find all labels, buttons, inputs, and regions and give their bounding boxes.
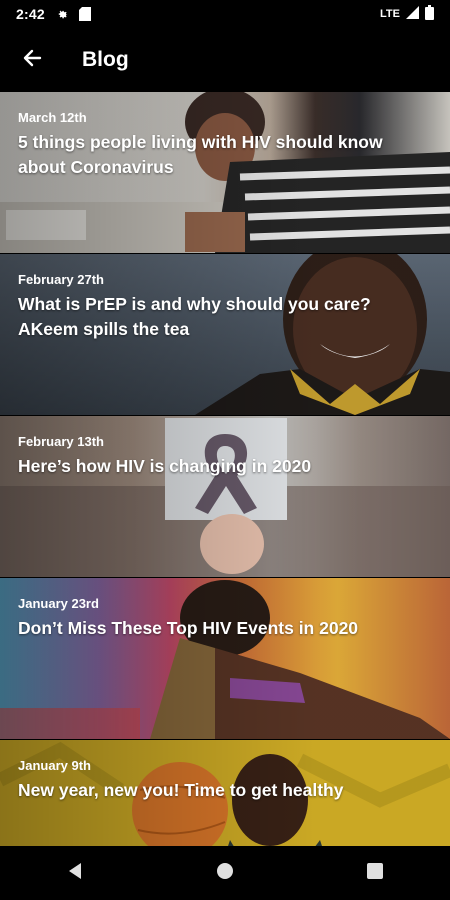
post-title: Don’t Miss These Top HIV Events in 2020 xyxy=(18,618,359,638)
network-label: LTE xyxy=(380,8,400,20)
post-title: What is PrEP is and why should you care?… xyxy=(18,294,371,339)
blog-post-card[interactable]: January 23rd Don’t Miss These Top HIV Ev… xyxy=(0,578,450,739)
settings-gear-icon xyxy=(55,7,69,21)
post-date: January 9th xyxy=(18,758,91,773)
signal-icon xyxy=(406,6,419,22)
post-title: 5 things people living with HIV should k… xyxy=(18,132,383,177)
post-date: March 12th xyxy=(18,110,87,125)
sim-card-icon xyxy=(78,7,91,21)
nav-recents-button[interactable] xyxy=(345,846,405,900)
back-triangle-icon xyxy=(66,862,84,885)
home-circle-icon xyxy=(216,862,234,885)
post-title: New year, new you! Time to get healthy xyxy=(18,780,344,800)
blog-list: March 12th 5 things people living with H… xyxy=(0,92,450,846)
battery-icon xyxy=(425,5,434,23)
post-date: February 27th xyxy=(18,272,104,287)
nav-home-button[interactable] xyxy=(195,846,255,900)
blog-post-card[interactable]: February 13th Here’s how HIV is changing… xyxy=(0,416,450,577)
blog-post-card[interactable]: March 12th 5 things people living with H… xyxy=(0,92,450,253)
page-title: Blog xyxy=(82,48,129,71)
recents-square-icon xyxy=(366,862,384,885)
nav-back-button[interactable] xyxy=(45,846,105,900)
blog-post-card[interactable]: January 9th New year, new you! Time to g… xyxy=(0,740,450,846)
status-bar: 2:42 LTE xyxy=(0,0,450,28)
post-title: Here’s how HIV is changing in 2020 xyxy=(18,456,312,476)
arrow-left-icon xyxy=(22,48,42,73)
status-time: 2:42 xyxy=(16,6,45,22)
system-nav-bar xyxy=(0,846,450,900)
blog-post-card[interactable]: February 27th What is PrEP is and why sh… xyxy=(0,254,450,415)
back-button[interactable] xyxy=(0,28,64,92)
post-date: January 23rd xyxy=(18,596,99,611)
app-bar: Blog xyxy=(0,28,450,92)
post-date: February 13th xyxy=(18,434,104,449)
